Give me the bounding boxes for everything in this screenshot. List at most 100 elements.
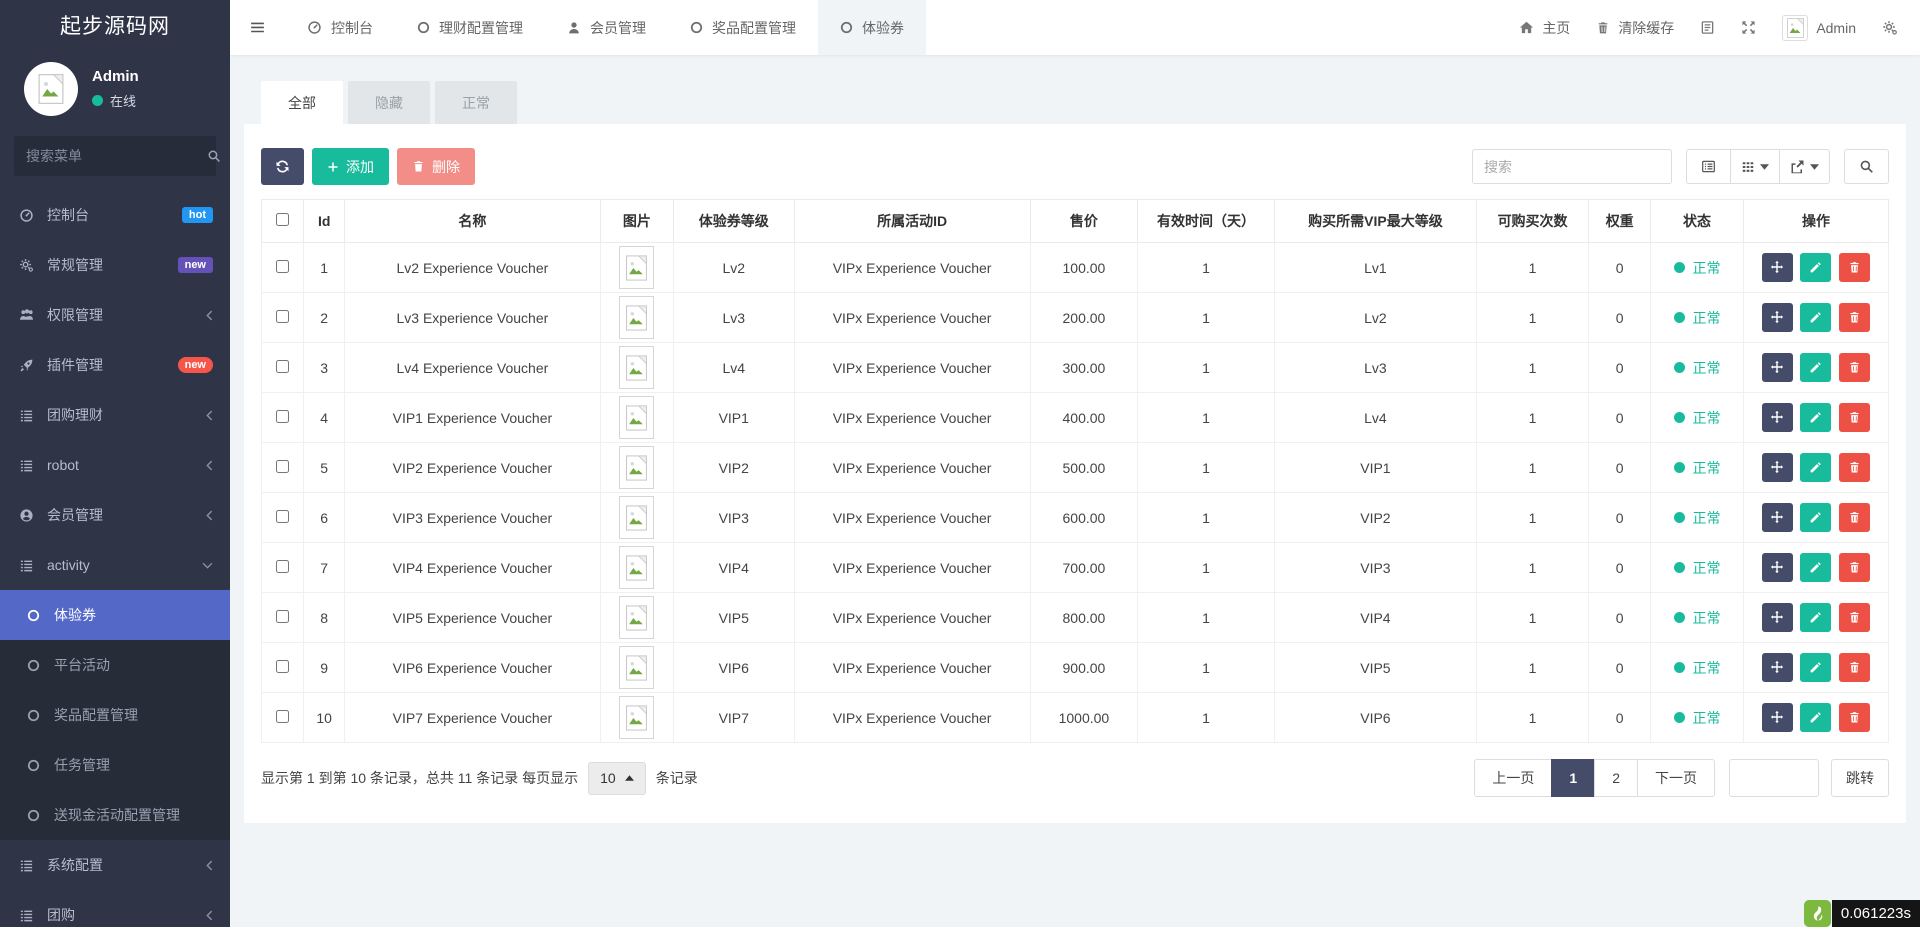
page-jump-input[interactable] [1729,759,1819,797]
docs-button[interactable] [1700,20,1715,35]
refresh-button[interactable] [261,148,304,185]
edit-button[interactable] [1800,303,1831,332]
row-checkbox[interactable] [276,460,289,473]
edit-button[interactable] [1800,353,1831,382]
filter-tab[interactable]: 正常 [435,81,517,124]
fullscreen-button[interactable] [1741,20,1756,35]
column-header[interactable]: 操作 [1743,200,1888,243]
detail-view-button[interactable] [1686,149,1731,184]
avatar[interactable] [24,62,78,116]
column-header[interactable]: 权重 [1589,200,1651,243]
topnav-tab[interactable]: 理财配置管理 [395,0,545,55]
column-header[interactable]: 有效时间（天） [1138,200,1275,243]
edit-button[interactable] [1800,253,1831,282]
admin-menu[interactable]: Admin [1782,15,1856,41]
row-checkbox[interactable] [276,510,289,523]
drag-sort-button[interactable] [1762,653,1793,682]
column-header[interactable]: 购买所需VIP最大等级 [1274,200,1476,243]
sidebar-item--[interactable]: 团购理财 [0,390,230,440]
row-delete-button[interactable] [1839,503,1870,532]
page-button-2[interactable]: 2 [1594,759,1638,797]
columns-button[interactable] [1730,149,1780,184]
column-header[interactable]: 体验券等级 [674,200,795,243]
row-checkbox[interactable] [276,710,289,723]
drag-sort-button[interactable] [1762,553,1793,582]
edit-button[interactable] [1800,703,1831,732]
row-checkbox[interactable] [276,560,289,573]
drag-sort-button[interactable] [1762,303,1793,332]
drag-sort-button[interactable] [1762,353,1793,382]
topnav-tab[interactable]: 控制台 [285,0,395,55]
submenu-item[interactable]: 奖品配置管理 [0,690,230,740]
clear-cache-button[interactable]: 清除缓存 [1596,18,1674,38]
submenu-item[interactable]: 任务管理 [0,740,230,790]
submenu-item[interactable]: 平台活动 [0,640,230,690]
edit-button[interactable] [1800,653,1831,682]
sidebar-item--[interactable]: 权限管理 [0,290,230,340]
column-header[interactable]: 名称 [345,200,601,243]
page-size-select[interactable]: 10 [588,762,646,795]
export-button[interactable] [1779,149,1830,184]
row-checkbox[interactable] [276,310,289,323]
row-delete-button[interactable] [1839,453,1870,482]
drag-sort-button[interactable] [1762,403,1793,432]
edit-button[interactable] [1800,403,1831,432]
row-delete-button[interactable] [1839,303,1870,332]
home-button[interactable]: 主页 [1519,18,1570,38]
topnav-tab[interactable]: 体验券 [818,0,926,55]
add-button[interactable]: 添加 [312,148,389,185]
column-header[interactable]: 图片 [600,200,673,243]
sidebar-item--[interactable]: 会员管理 [0,490,230,540]
row-checkbox[interactable] [276,410,289,423]
drag-sort-button[interactable] [1762,453,1793,482]
settings-button[interactable] [1882,20,1898,36]
topnav-tab[interactable]: 奖品配置管理 [668,0,818,55]
column-header[interactable]: Id [304,200,345,243]
column-header[interactable]: 可购买次数 [1476,200,1588,243]
hamburger-icon[interactable] [230,0,285,55]
drag-sort-button[interactable] [1762,503,1793,532]
next-page-button[interactable]: 下一页 [1637,759,1715,797]
sidebar-item-robot[interactable]: robot [0,440,230,490]
topnav-tab[interactable]: 会员管理 [545,0,668,55]
sidebar-search-input[interactable] [26,148,207,164]
row-delete-button[interactable] [1839,703,1870,732]
row-checkbox[interactable] [276,360,289,373]
sidebar-item-activity[interactable]: activity [0,540,230,590]
sidebar-item--[interactable]: 插件管理new [0,340,230,390]
column-header[interactable]: 所属活动ID [794,200,1030,243]
filter-tab[interactable]: 全部 [261,81,343,124]
row-delete-button[interactable] [1839,603,1870,632]
sidebar-item--[interactable]: 团购 [0,890,230,927]
filter-tab[interactable]: 隐藏 [348,81,430,124]
edit-button[interactable] [1800,553,1831,582]
page-button-1[interactable]: 1 [1551,759,1595,797]
submenu-item[interactable]: 送现金活动配置管理 [0,790,230,840]
edit-button[interactable] [1800,453,1831,482]
drag-sort-button[interactable] [1762,603,1793,632]
row-delete-button[interactable] [1839,253,1870,282]
edit-button[interactable] [1800,603,1831,632]
drag-sort-button[interactable] [1762,253,1793,282]
column-header[interactable]: 状态 [1651,200,1744,243]
row-delete-button[interactable] [1839,553,1870,582]
page-jump-button[interactable]: 跳转 [1831,759,1889,797]
row-checkbox[interactable] [276,610,289,623]
table-search-input[interactable] [1472,149,1672,184]
select-all-checkbox[interactable] [276,213,289,226]
row-checkbox[interactable] [276,260,289,273]
prev-page-button[interactable]: 上一页 [1474,759,1552,797]
drag-sort-button[interactable] [1762,703,1793,732]
sidebar-item--[interactable]: 常规管理new [0,240,230,290]
row-checkbox[interactable] [276,660,289,673]
delete-button[interactable]: 删除 [397,148,475,185]
sidebar-item--[interactable]: 系统配置 [0,840,230,890]
edit-button[interactable] [1800,503,1831,532]
sidebar-item--[interactable]: 控制台hot [0,190,230,240]
submenu-item[interactable]: 体验券 [0,590,230,640]
row-delete-button[interactable] [1839,653,1870,682]
column-header[interactable]: 售价 [1030,200,1137,243]
row-delete-button[interactable] [1839,353,1870,382]
advanced-search-button[interactable] [1844,149,1889,184]
row-delete-button[interactable] [1839,403,1870,432]
